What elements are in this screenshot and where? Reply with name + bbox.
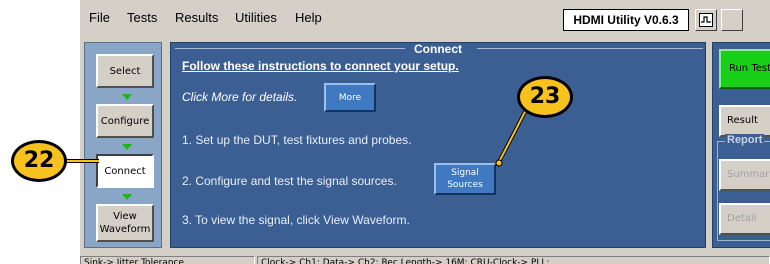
callout-lines	[66, 107, 529, 167]
callout-23: 23	[517, 76, 573, 118]
callout-22: 22	[11, 140, 67, 182]
